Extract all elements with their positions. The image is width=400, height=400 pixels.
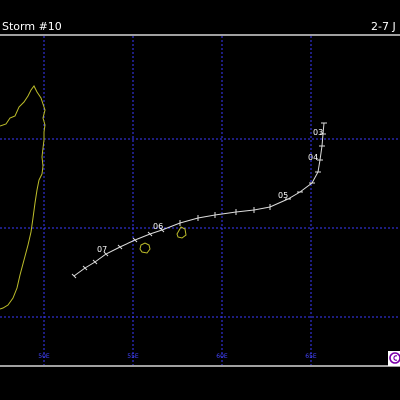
lon-label-60e: 60E — [216, 353, 228, 360]
copyright-icon — [388, 351, 400, 366]
storm-track — [71, 122, 327, 279]
lon-label-55e: 55E — [127, 353, 139, 360]
track-day-label: 06 — [153, 222, 163, 231]
storm-title: Storm #10 — [2, 20, 62, 33]
reunion-island — [139, 242, 151, 254]
storm-track-map: Storm #10 2-7 J 50E 55E 60E 65E 03 04 05… — [0, 20, 400, 367]
mauritius-island — [176, 226, 187, 239]
track-ticks — [71, 122, 327, 279]
lon-label-50e: 50E — [38, 353, 50, 360]
track-day-label: 04 — [308, 153, 318, 162]
track-day-label: 03 — [313, 128, 323, 137]
date-range: 2-7 J — [371, 20, 396, 33]
madagascar-coastline — [0, 85, 46, 310]
track-day-label: 05 — [278, 191, 288, 200]
track-day-label: 07 — [97, 245, 107, 254]
lon-label-65e: 65E — [305, 353, 317, 360]
lat-lon-grid — [0, 36, 400, 365]
